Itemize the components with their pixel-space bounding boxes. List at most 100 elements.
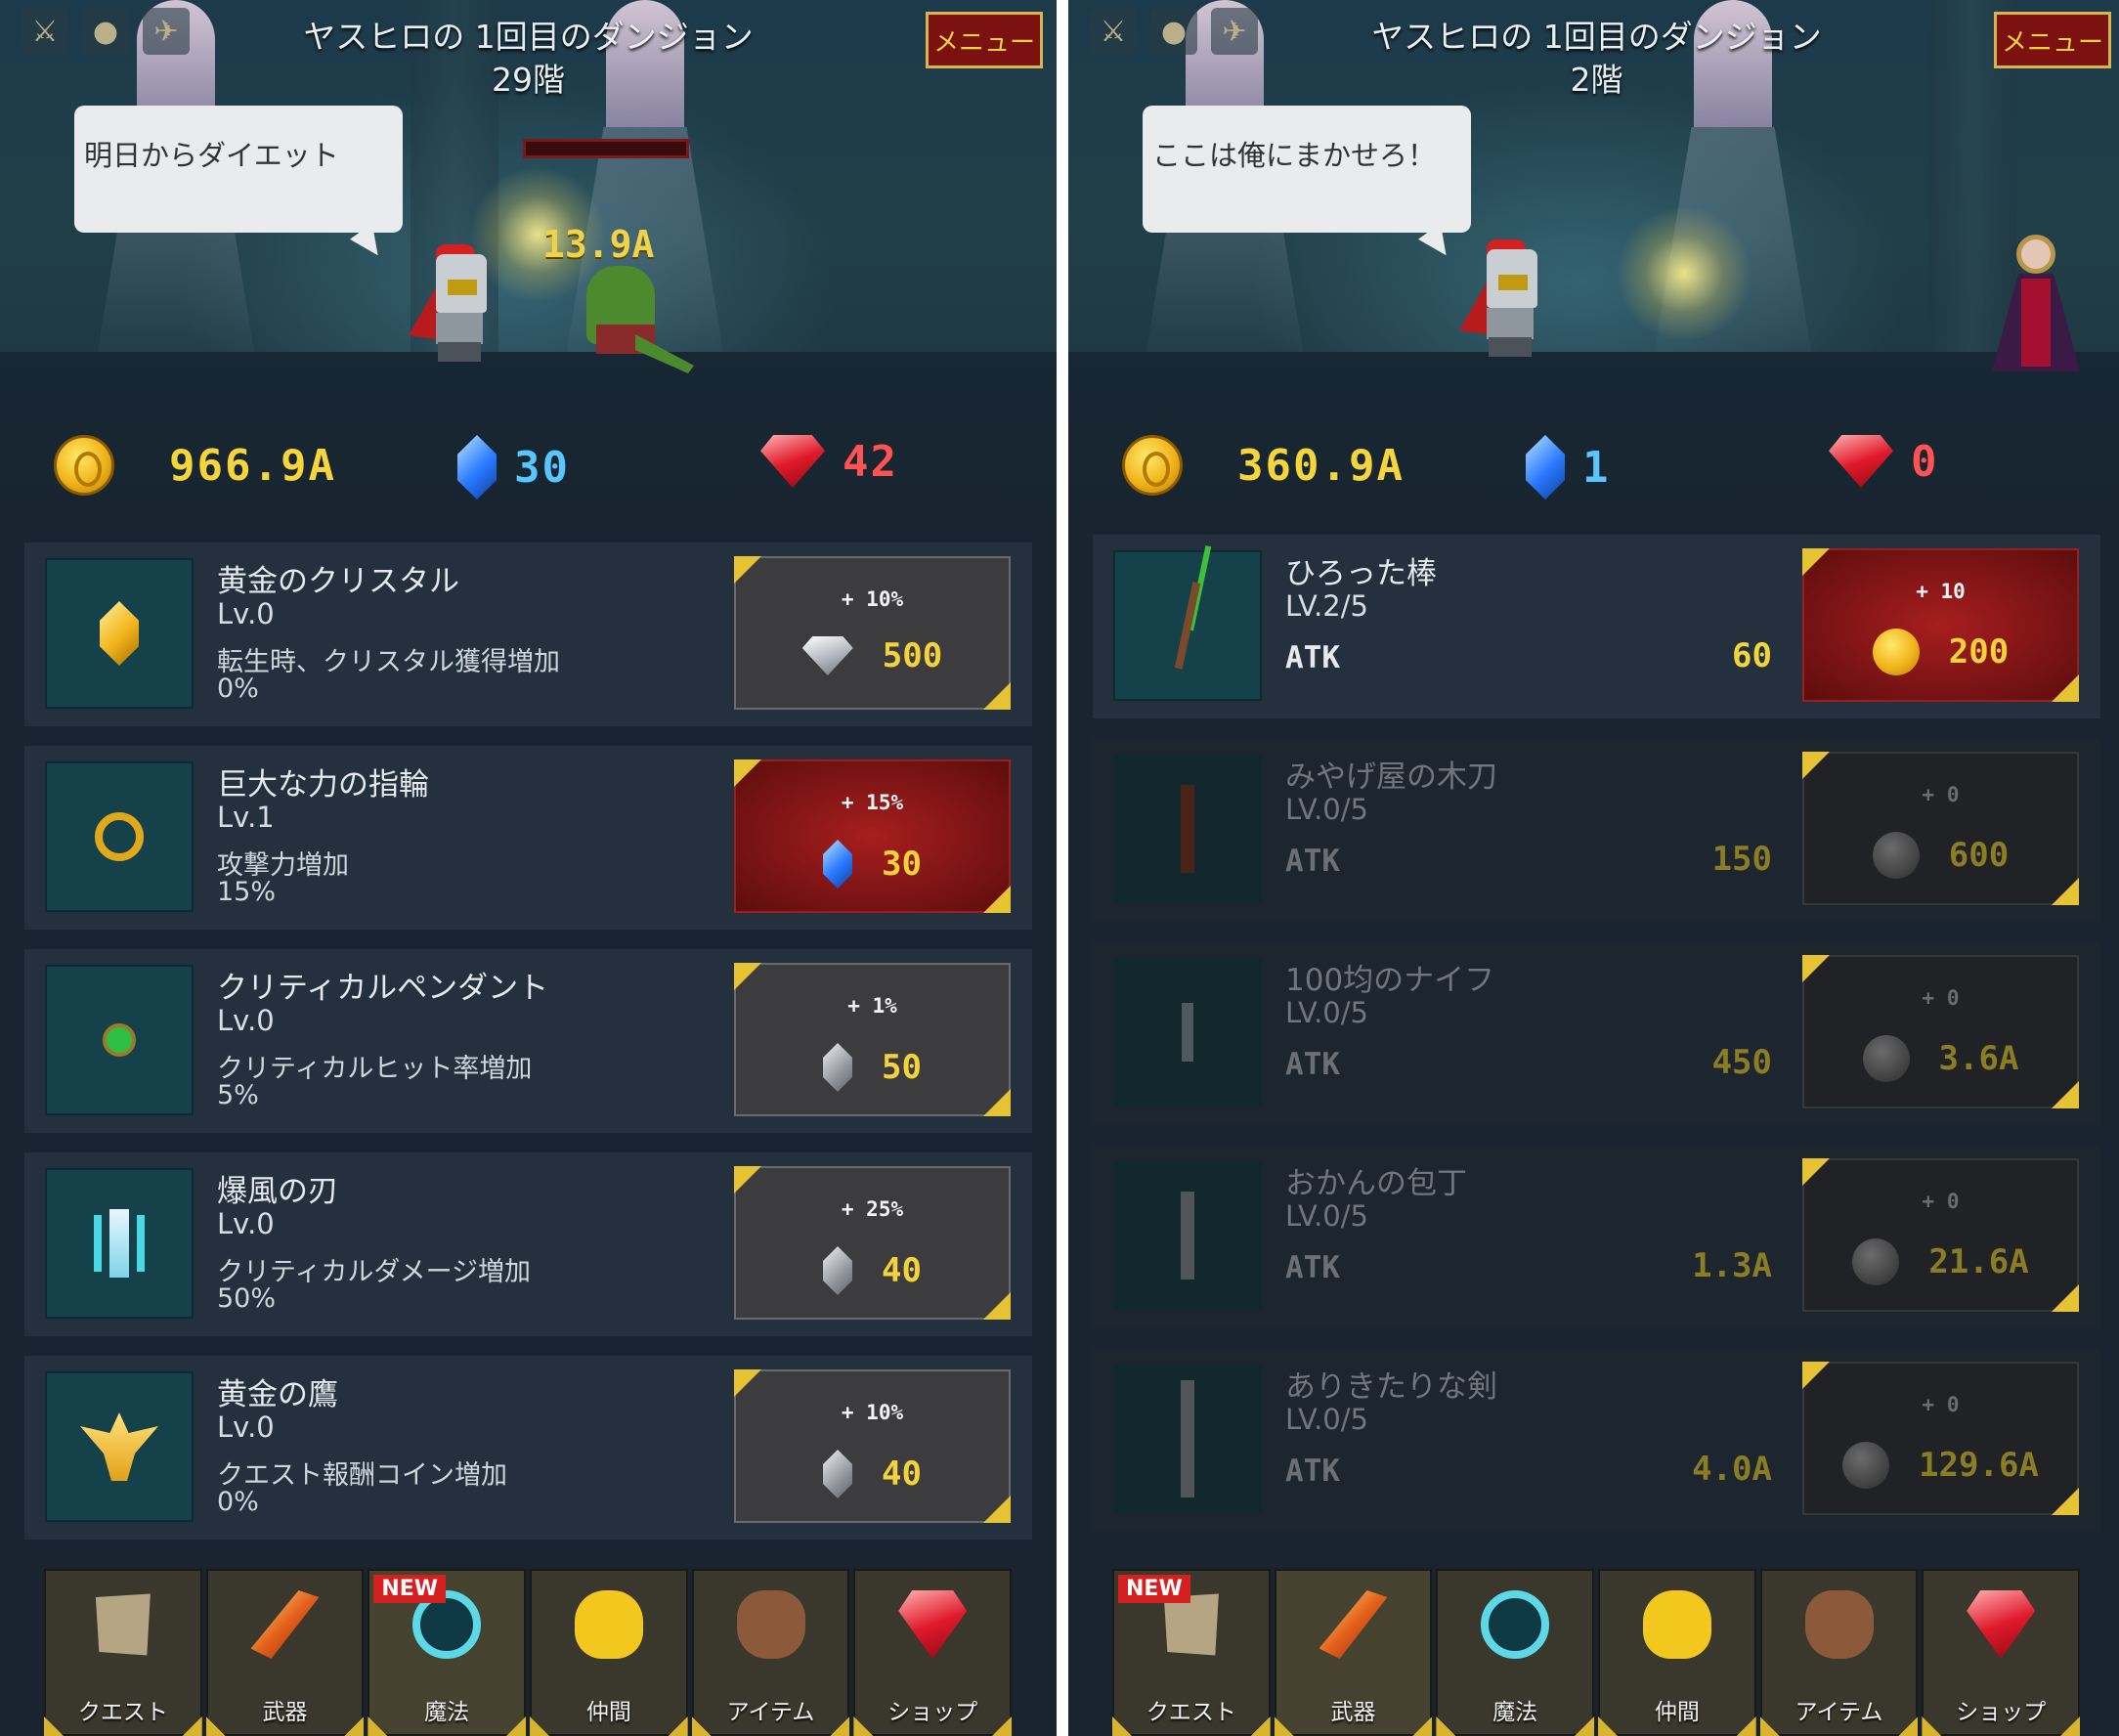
item-name: 巨大な力の指輪 bbox=[217, 767, 429, 803]
ruby-amount: 42 bbox=[843, 436, 898, 487]
upgrade-cost: 200 bbox=[1948, 632, 2010, 672]
new-badge: NEW bbox=[373, 1575, 447, 1603]
item-description: クエスト報酬コイン増加 bbox=[217, 1460, 507, 1491]
weapon-name: おかんの包丁 bbox=[1285, 1166, 1467, 1201]
upgrade-button[interactable]: + 25% 40 bbox=[734, 1166, 1011, 1320]
tab-shop[interactable]: ショップ bbox=[853, 1569, 1013, 1736]
atk-label: ATK bbox=[1285, 1047, 1340, 1082]
speech-bubble: ここは俺にまかせろ！ bbox=[1143, 106, 1471, 233]
weapon-level: LV.0/5 bbox=[1285, 793, 1368, 826]
weapon-level: LV.0/5 bbox=[1285, 996, 1368, 1029]
gold-coin-icon bbox=[1842, 1442, 1890, 1489]
list-item: 黄金の鷹 Lv.0 クエスト報酬コイン増加 0% + 10% 40 bbox=[24, 1356, 1032, 1540]
dungeon-title: ヤスヒロの 1回目のダンジョン 29階 bbox=[0, 16, 1057, 102]
item-description: 転生時、クリスタル獲得増加 bbox=[217, 647, 560, 677]
item-name: クリティカルペンダント bbox=[217, 971, 549, 1006]
tab-label: クエスト bbox=[77, 1700, 168, 1725]
tab-magic[interactable]: 魔法 bbox=[1436, 1569, 1595, 1736]
menu-button[interactable]: メニュー bbox=[1994, 12, 2111, 68]
wooden-sword-icon bbox=[1113, 754, 1262, 904]
weapon-level: LV.2/5 bbox=[1285, 589, 1368, 623]
gold-coin-icon bbox=[1872, 629, 1920, 675]
tab-ally[interactable]: 仲間 bbox=[1598, 1569, 1756, 1736]
magic-item-list: 黄金のクリスタル Lv.0 転生時、クリスタル獲得増加 0% + 10% 500… bbox=[0, 523, 1057, 1559]
upgrade-cost: 3.6A bbox=[1938, 1039, 2019, 1078]
floor-number: 2階 bbox=[1570, 61, 1623, 99]
weapon-name: みやげ屋の木刀 bbox=[1285, 760, 1497, 795]
upgrade-button[interactable]: + 10 200 bbox=[1802, 548, 2079, 702]
tab-item[interactable]: アイテム bbox=[691, 1569, 850, 1736]
item-value: 5% bbox=[217, 1080, 259, 1110]
list-item: 黄金のクリスタル Lv.0 転生時、クリスタル獲得増加 0% + 10% 500 bbox=[24, 542, 1032, 726]
hero-knight bbox=[1459, 239, 1547, 357]
upgrade-bonus: + 0 bbox=[1922, 1190, 1960, 1213]
chick-icon bbox=[574, 1590, 643, 1659]
crystal-icon bbox=[457, 435, 497, 499]
knife-icon bbox=[1113, 957, 1262, 1107]
upgrade-button[interactable]: + 10% 40 bbox=[734, 1369, 1011, 1523]
upgrade-bonus: + 25% bbox=[841, 1197, 904, 1221]
upgrade-cost: 50 bbox=[882, 1048, 922, 1087]
upgrade-button[interactable]: + 1% 50 bbox=[734, 963, 1011, 1116]
kitchen-knife-icon bbox=[1113, 1160, 1262, 1311]
item-name: 黄金のクリスタル bbox=[217, 564, 459, 599]
upgrade-button[interactable]: + 0 3.6A bbox=[1802, 955, 2079, 1108]
upgrade-cost: 600 bbox=[1948, 836, 2010, 875]
upgrade-bonus: + 10% bbox=[841, 1401, 904, 1424]
ruby-icon bbox=[1967, 1590, 2036, 1659]
tab-label: ショップ bbox=[1956, 1700, 2047, 1725]
item-value: 0% bbox=[217, 1487, 259, 1517]
tab-ally[interactable]: 仲間 bbox=[530, 1569, 688, 1736]
tab-label: アイテム bbox=[726, 1700, 815, 1725]
dungeon-scene: ⚔ ● ✈ ヤスヒロの 1回目のダンジョン 29階 メニュー 明日からダイエット… bbox=[0, 0, 1057, 523]
tab-item[interactable]: アイテム bbox=[1759, 1569, 1919, 1736]
upgrade-bonus: + 1% bbox=[847, 994, 897, 1018]
upgrade-cost: 30 bbox=[882, 845, 922, 884]
crystal-amount: 1 bbox=[1582, 442, 1611, 493]
item-value: 0% bbox=[217, 673, 259, 704]
item-level: Lv.0 bbox=[217, 1004, 275, 1037]
list-item: みやげ屋の木刀 LV.0/5 ATK 150 + 0 600 bbox=[1093, 738, 2100, 922]
gold-crystal-icon bbox=[45, 558, 194, 709]
list-item: 爆風の刃 Lv.0 クリティカルダメージ増加 50% + 25% 40 bbox=[24, 1152, 1032, 1336]
bottom-nav: NEW クエスト 武器 魔法 仲間 アイテム ショップ bbox=[1112, 1569, 2081, 1736]
chick-icon bbox=[1642, 1590, 1711, 1659]
list-item: ひろった棒 LV.2/5 ATK 60 + 10 200 bbox=[1093, 535, 2100, 718]
list-item: クリティカルペンダント Lv.0 クリティカルヒット率増加 5% + 1% 50 bbox=[24, 949, 1032, 1133]
item-description: クリティカルヒット率増加 bbox=[217, 1054, 533, 1084]
dungeon-title: ヤスヒロの 1回目のダンジョン 2階 bbox=[1068, 16, 2119, 102]
upgrade-cost: 21.6A bbox=[1928, 1242, 2029, 1281]
speech-text: ここは俺にまかせろ！ bbox=[1152, 139, 1437, 172]
atk-label: ATK bbox=[1285, 1454, 1340, 1489]
hero-knight bbox=[409, 244, 497, 362]
item-name: 爆風の刃 bbox=[217, 1174, 338, 1209]
ruby-icon bbox=[898, 1590, 968, 1659]
crystal-stat: 30 bbox=[457, 435, 570, 499]
crystal-icon bbox=[823, 1043, 853, 1092]
tab-quest[interactable]: NEW クエスト bbox=[1112, 1569, 1271, 1736]
crystal-icon bbox=[1526, 435, 1565, 499]
tab-label: 仲間 bbox=[1654, 1700, 1700, 1725]
tab-label: 武器 bbox=[1330, 1700, 1376, 1725]
tab-weapon[interactable]: 武器 bbox=[1274, 1569, 1433, 1736]
upgrade-button[interactable]: + 0 129.6A bbox=[1802, 1362, 2079, 1515]
tab-weapon[interactable]: 武器 bbox=[205, 1569, 365, 1736]
menu-button[interactable]: メニュー bbox=[926, 12, 1043, 68]
tab-shop[interactable]: ショップ bbox=[1922, 1569, 2081, 1736]
tab-label: 魔法 bbox=[424, 1700, 470, 1725]
ruby-amount: 0 bbox=[1911, 436, 1939, 487]
flame-sword-icon bbox=[250, 1590, 320, 1659]
tab-magic[interactable]: NEW 魔法 bbox=[368, 1569, 527, 1736]
item-value: 15% bbox=[217, 877, 277, 907]
upgrade-button[interactable]: + 10% 500 bbox=[734, 556, 1011, 710]
upgrade-button[interactable]: + 15% 30 bbox=[734, 760, 1011, 913]
crystal-amount: 30 bbox=[514, 442, 570, 493]
pendant-icon bbox=[45, 965, 194, 1115]
atk-label: ATK bbox=[1285, 1250, 1340, 1285]
upgrade-button[interactable]: + 0 21.6A bbox=[1802, 1158, 2079, 1312]
tab-quest[interactable]: クエスト bbox=[44, 1569, 202, 1736]
upgrade-button[interactable]: + 0 600 bbox=[1802, 752, 2079, 905]
tab-label: ショップ bbox=[887, 1700, 978, 1725]
tab-label: 魔法 bbox=[1492, 1700, 1538, 1725]
upgrade-cost: 129.6A bbox=[1919, 1446, 2039, 1485]
